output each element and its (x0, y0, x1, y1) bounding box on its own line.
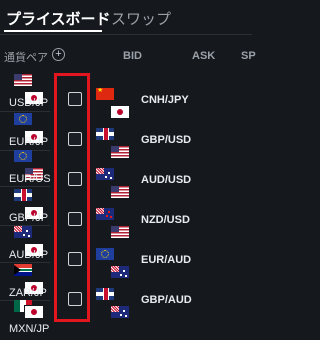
row-divider (0, 111, 50, 112)
pair-flags (14, 150, 44, 181)
gbpusd-flags (96, 128, 132, 159)
select-checkbox-nzdusd[interactable] (68, 212, 82, 226)
ask-column-label: ASK (192, 50, 216, 62)
us-flag-icon (110, 225, 130, 239)
za-flag-icon (14, 264, 32, 276)
pair-name: GBP/JP (9, 212, 49, 224)
us-flag-icon (110, 185, 130, 199)
pair-name: USD/JP (9, 97, 49, 109)
jp-flag-icon (110, 105, 130, 119)
selectable-pair-name[interactable]: GBP/AUD (141, 294, 192, 306)
nz-flag-icon (96, 208, 114, 220)
pair-flags (14, 264, 44, 295)
selectable-pair-name[interactable]: CNH/JPY (141, 94, 189, 106)
top-divider (0, 34, 252, 35)
row-divider (0, 186, 50, 187)
tab-swap[interactable]: スワップ (111, 8, 171, 29)
us-flag-icon (110, 145, 130, 159)
pair-flags (14, 226, 44, 257)
gb-flag-icon (96, 128, 114, 140)
select-checkbox-cnhjpy[interactable] (68, 92, 82, 106)
pair-name: ZAR/JP (9, 287, 47, 299)
cnhjpy-flags (96, 88, 132, 119)
pair-name: AUD/JP (9, 249, 49, 261)
eu-flag-icon (14, 113, 32, 125)
column-header: 通貨ペア + BID ASK SP (0, 40, 256, 70)
au-flag-icon (110, 265, 130, 279)
eu-flag-icon (14, 150, 32, 162)
select-checkbox-gbpusd[interactable] (68, 132, 82, 146)
gb-flag-icon (96, 288, 114, 300)
audusd-flags (96, 168, 132, 199)
nzdusd-flags (96, 208, 132, 239)
us-flag-icon (14, 74, 32, 86)
active-tab-underline (4, 30, 102, 32)
select-checkbox-audusd[interactable] (68, 172, 82, 186)
row-divider (0, 262, 50, 263)
selectable-pair-name[interactable]: NZD/USD (141, 214, 190, 226)
selectable-pair-name[interactable]: EUR/AUD (141, 254, 191, 266)
pair-flags (14, 74, 44, 105)
cn-flag-icon (96, 88, 114, 100)
pair-flags (14, 189, 44, 220)
pair-name: EUR/JP (9, 136, 49, 148)
au-flag-icon (14, 226, 32, 238)
pair-column-label: 通貨ペア (4, 52, 48, 64)
bid-column-label: BID (123, 50, 142, 62)
spread-column-label: SP (241, 50, 256, 62)
pair-name: EUR/US (9, 173, 51, 185)
pair-name: MXN/JP (9, 323, 50, 335)
selectable-pair-name[interactable]: GBP/USD (141, 134, 191, 146)
selectable-pair-name[interactable]: AUD/USD (141, 174, 191, 186)
gb-flag-icon (14, 189, 32, 201)
select-checkbox-gbpaud[interactable] (68, 292, 82, 306)
tab-price-board[interactable]: プライスボード (6, 8, 111, 29)
euraud-flags (96, 248, 132, 279)
au-flag-icon (110, 305, 130, 319)
au-flag-icon (96, 168, 114, 180)
select-checkbox-euraud[interactable] (68, 252, 82, 266)
pair-flags (14, 113, 44, 144)
tab-bar: プライスボード スワップ (0, 0, 252, 34)
eu-flag-icon (96, 248, 114, 260)
pair-flags (14, 300, 44, 320)
jp-flag-icon (24, 305, 44, 319)
gbpaud-flags (96, 288, 132, 319)
add-pair-icon[interactable]: + (52, 48, 65, 61)
